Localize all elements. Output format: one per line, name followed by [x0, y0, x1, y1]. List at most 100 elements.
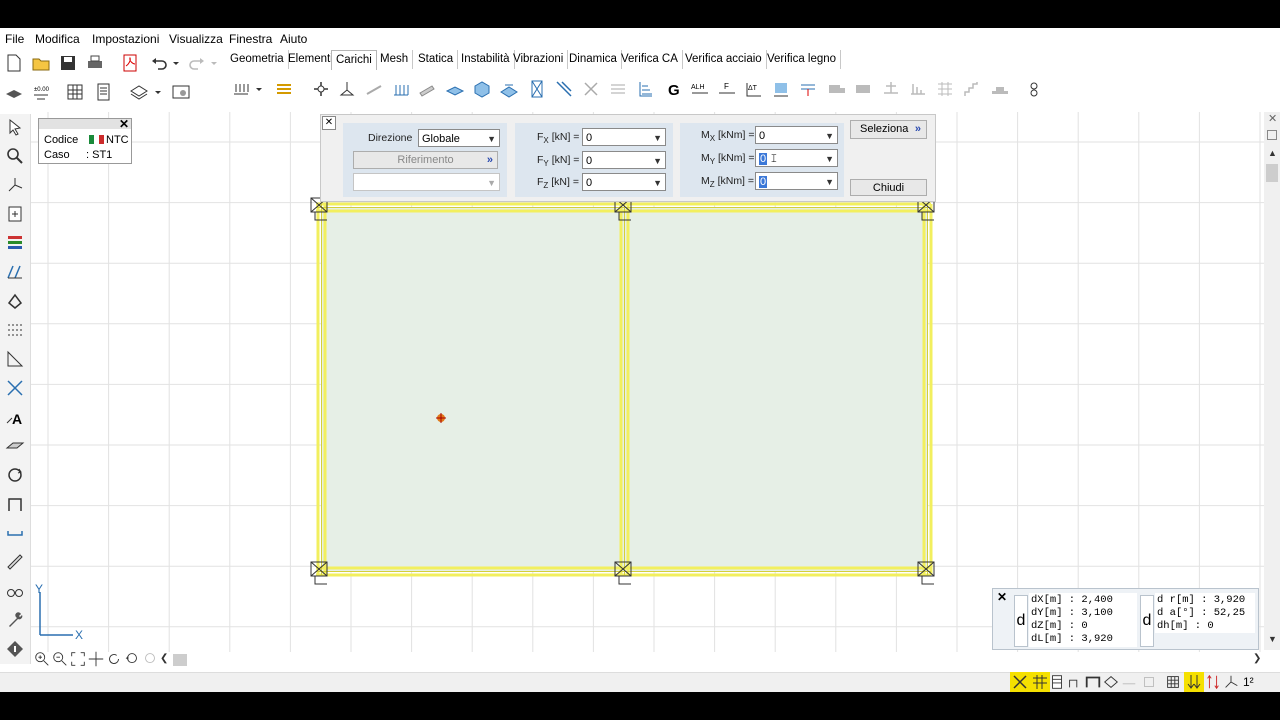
tab-vibrazioni[interactable]: Vibrazioni	[509, 50, 569, 69]
slab-load-icon[interactable]	[444, 78, 466, 100]
zoom-out-icon[interactable]	[51, 650, 69, 668]
cube-icon[interactable]	[471, 78, 493, 100]
section-icon[interactable]	[4, 261, 26, 283]
fy-input[interactable]: 0 ▼	[582, 151, 666, 169]
forces-display-icon[interactable]	[1204, 672, 1222, 692]
menu-file[interactable]: File	[5, 32, 24, 46]
dimension-icon[interactable]	[4, 348, 26, 370]
glasses-icon[interactable]	[4, 580, 26, 602]
tab-verifica-ca[interactable]: Verifica CA	[617, 50, 683, 69]
new-file-icon[interactable]	[3, 52, 25, 74]
text-annotation-icon[interactable]: A	[4, 406, 26, 428]
layers-icon[interactable]	[3, 81, 25, 103]
vertical-scrollbar[interactable]: ✕ ▲ ▼	[1264, 112, 1280, 650]
tab-verifica-legno[interactable]: Verifica legno	[763, 50, 842, 69]
panel-load-icon[interactable]	[526, 78, 548, 100]
menu-visualizza[interactable]: Visualizza	[169, 32, 223, 46]
axis-status-icon[interactable]	[1222, 672, 1240, 692]
table-icon[interactable]	[64, 81, 86, 103]
wind-load-icon[interactable]	[553, 78, 575, 100]
measure-icon[interactable]	[1023, 78, 1045, 100]
polar-icon[interactable]	[1102, 672, 1120, 692]
rotate-element-icon[interactable]	[4, 290, 26, 312]
menu-finestra[interactable]: Finestra	[229, 32, 272, 46]
node-load-icon[interactable]	[310, 78, 332, 100]
load-dropdown-icon[interactable]	[253, 78, 265, 100]
materials-icon[interactable]	[4, 232, 26, 254]
support-load-icon[interactable]	[336, 78, 358, 100]
render-window-icon[interactable]	[170, 81, 192, 103]
tab-verifica-acciaio[interactable]: Verifica acciaio	[681, 50, 767, 69]
menu-aiuto[interactable]: Aiuto	[280, 32, 307, 46]
close-panel-icon[interactable]: ✕	[322, 116, 336, 130]
scroll-down-icon[interactable]: ▼	[1268, 634, 1277, 644]
refresh-icon[interactable]	[4, 464, 26, 486]
arrows-down-icon[interactable]	[1184, 672, 1204, 692]
close-info-icon[interactable]: ✕	[997, 590, 1007, 604]
info-icon[interactable]	[4, 638, 26, 660]
tab-geometria[interactable]: Geometria	[226, 50, 289, 69]
force-f-icon[interactable]: F	[716, 78, 738, 100]
surface-load-icon[interactable]	[498, 78, 520, 100]
scroll-right-icon[interactable]: ❯	[1253, 653, 1261, 664]
wedge-icon[interactable]	[416, 78, 438, 100]
scroll-left-icon[interactable]: ❮	[160, 653, 168, 664]
delta-t-icon[interactable]: ΔT	[743, 78, 765, 100]
rotate-view-icon[interactable]	[105, 650, 123, 668]
tab-statica[interactable]: Statica	[414, 50, 459, 69]
beam-status-icon[interactable]	[1084, 672, 1102, 692]
wrench-icon[interactable]	[4, 609, 26, 631]
frame-icon[interactable]	[4, 493, 26, 515]
tab-instabilita[interactable]: Instabilità	[457, 50, 515, 69]
tab-mesh[interactable]: Mesh	[376, 50, 414, 69]
tab-elementi[interactable]: Elementi	[284, 50, 338, 69]
axis-icon[interactable]	[4, 174, 26, 196]
stack-dropdown-icon[interactable]	[152, 81, 164, 103]
linear-load-icon[interactable]	[390, 78, 412, 100]
seleziona-button[interactable]: Seleziona»	[850, 120, 927, 139]
direzione-select[interactable]: Globale ▼	[418, 129, 500, 147]
grid-display-icon[interactable]	[1164, 672, 1182, 692]
h-scroll-thumb[interactable]	[173, 654, 187, 666]
load-list-icon[interactable]	[273, 78, 295, 100]
open-folder-icon[interactable]	[30, 52, 52, 74]
chiudi-button[interactable]: Chiudi	[850, 179, 927, 196]
import-icon[interactable]	[4, 203, 26, 225]
panel-restore-icon[interactable]	[1267, 130, 1277, 140]
distributed-load-icon[interactable]	[230, 78, 252, 100]
tab-dinamica[interactable]: Dinamica	[565, 50, 622, 69]
zoom-in-icon[interactable]	[33, 650, 51, 668]
scroll-up-icon[interactable]: ▲	[1268, 148, 1277, 158]
print-icon[interactable]	[84, 52, 106, 74]
alpha-h-icon[interactable]: ALH	[689, 78, 711, 100]
tab-carichi[interactable]: Carichi	[331, 50, 377, 70]
menu-modifica[interactable]: Modifica	[35, 32, 80, 46]
earth-pressure-icon[interactable]	[634, 78, 656, 100]
pdf-icon[interactable]	[119, 52, 141, 74]
undo-dropdown-icon[interactable]	[170, 52, 182, 74]
zoom-extents-icon[interactable]	[69, 650, 87, 668]
elevation-icon[interactable]: ±0.00	[30, 81, 52, 103]
ortho-icon[interactable]	[1066, 672, 1084, 692]
grid-points-icon[interactable]	[4, 319, 26, 341]
save-icon[interactable]	[57, 52, 79, 74]
ruler-icon[interactable]	[4, 551, 26, 573]
gravity-icon[interactable]: G	[663, 78, 685, 100]
pan-icon[interactable]	[87, 650, 105, 668]
report-icon[interactable]	[92, 81, 114, 103]
link-icon[interactable]	[4, 522, 26, 544]
zoom-previous-icon[interactable]	[123, 650, 141, 668]
scroll-thumb[interactable]	[1266, 164, 1278, 182]
layers-status-icon[interactable]	[1048, 672, 1066, 692]
settlement-icon[interactable]	[797, 78, 819, 100]
fx-input[interactable]: 0 ▼	[582, 128, 666, 146]
undo-icon[interactable]	[148, 52, 170, 74]
mz-input[interactable]: 0 ▼	[755, 172, 838, 190]
my-input[interactable]: 0 𝙸 ▼	[755, 149, 838, 167]
select-cursor-icon[interactable]	[4, 116, 26, 138]
mx-input[interactable]: 0 ▼	[755, 126, 838, 144]
snap-grid-icon[interactable]	[1030, 672, 1050, 692]
panel-close-icon[interactable]: ✕	[1268, 112, 1277, 125]
delta-t-gradient-icon[interactable]	[770, 78, 792, 100]
plane-icon[interactable]	[4, 435, 26, 457]
